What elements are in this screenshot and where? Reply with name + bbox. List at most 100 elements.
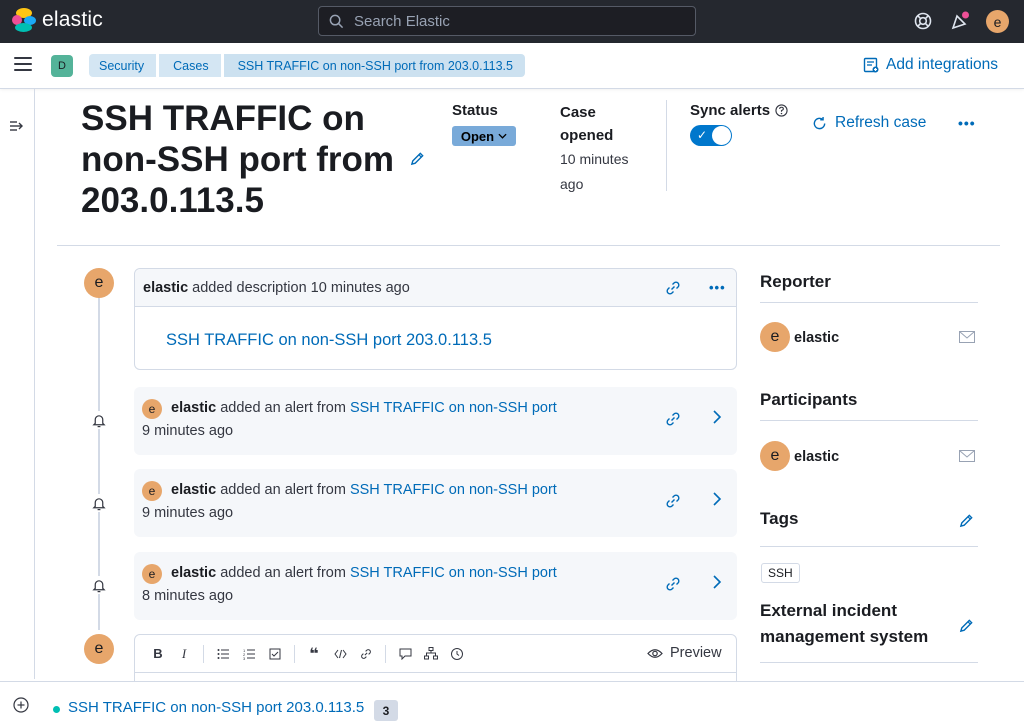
participant-avatar: e xyxy=(760,441,790,471)
comment-icon[interactable] xyxy=(392,648,418,660)
alert-comment: e elastic added an alert from SSH TRAFFI… xyxy=(134,387,737,455)
bottom-case-link[interactable]: SSH TRAFFIC on non-SSH port 203.0.113.5 xyxy=(68,699,364,716)
tag-badge[interactable]: SSH xyxy=(761,563,800,583)
timeline-avatar: e xyxy=(84,634,114,664)
chevron-right-icon[interactable] xyxy=(712,575,722,594)
italic-icon[interactable]: I xyxy=(171,646,197,662)
tags-heading: Tags xyxy=(760,509,799,528)
description-more-icon[interactable]: ••• xyxy=(709,280,726,295)
count-badge: 3 xyxy=(374,700,398,721)
numbered-list-icon[interactable]: 123 xyxy=(236,648,262,660)
timeline-bottom-bar: SSH TRAFFIC on non-SSH port 203.0.113.5 … xyxy=(0,681,1024,728)
add-integrations-label: Add integrations xyxy=(886,56,999,73)
top-header: elastic Search Elastic e xyxy=(0,0,1024,43)
participants-heading: Participants xyxy=(760,390,858,409)
visualization-icon[interactable] xyxy=(418,647,444,660)
elastic-logo[interactable]: elastic xyxy=(12,8,103,32)
avatar: e xyxy=(142,564,162,584)
sync-alerts-toggle[interactable]: ✓ xyxy=(690,125,732,146)
status-label: Status xyxy=(452,102,498,119)
page-title: SSH TRAFFIC on non-SSH port from 203.0.1… xyxy=(81,99,395,220)
question-icon[interactable] xyxy=(775,104,788,117)
header-separator xyxy=(57,245,1000,246)
reporter-heading: Reporter xyxy=(760,272,831,291)
alert-rule-link[interactable]: SSH TRAFFIC on non-SSH port xyxy=(350,400,557,416)
breadcrumb-security[interactable]: Security xyxy=(89,54,157,77)
alert-action: added an alert from xyxy=(220,482,346,498)
space-avatar[interactable]: D xyxy=(51,55,73,77)
link-icon[interactable] xyxy=(665,493,681,514)
task-list-icon[interactable] xyxy=(262,648,288,660)
alert-time: 9 minutes ago xyxy=(142,423,234,439)
refresh-case-label: Refresh case xyxy=(835,114,927,131)
refresh-case-button[interactable]: Refresh case xyxy=(812,114,926,132)
email-icon[interactable] xyxy=(959,330,975,348)
comment-action: added description 10 minutes ago xyxy=(192,279,410,296)
comment-author: elastic xyxy=(143,279,189,296)
divider xyxy=(760,662,978,663)
sync-alerts-label: Sync alerts xyxy=(690,102,788,119)
user-avatar[interactable]: e xyxy=(986,10,1009,33)
timeline-avatar: e xyxy=(84,268,114,298)
header-divider xyxy=(666,100,667,191)
divider xyxy=(760,302,978,303)
status-dropdown[interactable]: Open xyxy=(452,126,516,146)
refresh-icon xyxy=(813,116,826,129)
alert-time: 9 minutes ago xyxy=(142,505,234,521)
link-icon[interactable] xyxy=(665,280,681,301)
check-icon: ✓ xyxy=(697,128,708,142)
bell-icon xyxy=(90,411,108,429)
bell-icon xyxy=(90,576,108,594)
chevron-right-icon[interactable] xyxy=(712,492,722,511)
alert-summary: elastic added an alert from SSH TRAFFIC … xyxy=(171,400,557,416)
alert-rule-link[interactable]: SSH TRAFFIC on non-SSH port xyxy=(350,482,557,498)
bold-icon[interactable]: B xyxy=(145,646,171,661)
alert-action: added an alert from xyxy=(220,565,346,581)
add-timeline-icon[interactable] xyxy=(13,697,29,718)
alert-comment: e elastic added an alert from SSH TRAFFI… xyxy=(134,552,737,620)
reporter-avatar: e xyxy=(760,322,790,352)
alert-author: elastic xyxy=(171,400,217,416)
expand-nav-icon[interactable] xyxy=(9,119,25,138)
timeline-icon[interactable] xyxy=(444,647,470,661)
alert-action: added an alert from xyxy=(220,400,346,416)
alert-time: 8 minutes ago xyxy=(142,588,234,604)
description-text[interactable]: SSH TRAFFIC on non-SSH port 203.0.113.5 xyxy=(166,331,492,350)
link-icon[interactable] xyxy=(665,576,681,597)
alert-rule-link[interactable]: SSH TRAFFIC on non-SSH port xyxy=(350,565,557,581)
integrations-icon xyxy=(863,57,879,73)
bullet-list-icon[interactable] xyxy=(210,648,236,660)
news-feed-icon[interactable] xyxy=(950,11,970,31)
breadcrumb: Security Cases SSH TRAFFIC on non-SSH po… xyxy=(89,54,528,77)
link-icon[interactable] xyxy=(665,411,681,432)
edit-title-icon[interactable] xyxy=(410,151,425,171)
chevron-right-icon[interactable] xyxy=(712,410,722,429)
search-placeholder: Search Elastic xyxy=(354,12,450,30)
avatar: e xyxy=(142,399,162,419)
alert-summary: elastic added an alert from SSH TRAFFIC … xyxy=(171,482,557,498)
divider xyxy=(760,420,978,421)
navigation-bar: D Security Cases SSH TRAFFIC on non-SSH … xyxy=(0,43,1024,89)
case-opened-label: Case opened xyxy=(560,104,614,144)
add-integrations-button[interactable]: Add integrations xyxy=(863,56,998,74)
reporter-name: elastic xyxy=(794,330,840,346)
status-value: Open xyxy=(460,128,495,144)
breadcrumb-cases[interactable]: Cases xyxy=(159,54,221,77)
alert-author: elastic xyxy=(171,565,217,581)
alert-comment: e elastic added an alert from SSH TRAFFI… xyxy=(134,469,737,537)
more-actions-icon[interactable]: ••• xyxy=(958,115,976,131)
external-system-heading: External incident management system xyxy=(760,601,929,646)
global-search-input[interactable]: Search Elastic xyxy=(318,6,696,36)
status-dot xyxy=(53,706,60,713)
preview-button[interactable]: Preview xyxy=(647,645,722,661)
edit-tags-icon[interactable] xyxy=(959,513,974,533)
code-icon[interactable] xyxy=(327,649,353,659)
menu-icon[interactable] xyxy=(14,57,32,73)
email-icon[interactable] xyxy=(959,449,975,467)
help-icon[interactable] xyxy=(913,11,933,31)
quote-icon[interactable]: ❝ xyxy=(301,644,327,664)
edit-connector-icon[interactable] xyxy=(959,618,974,638)
link-icon[interactable] xyxy=(353,648,379,660)
description-panel: elastic added description 10 minutes ago… xyxy=(134,268,737,370)
brand-name: elastic xyxy=(42,8,103,31)
